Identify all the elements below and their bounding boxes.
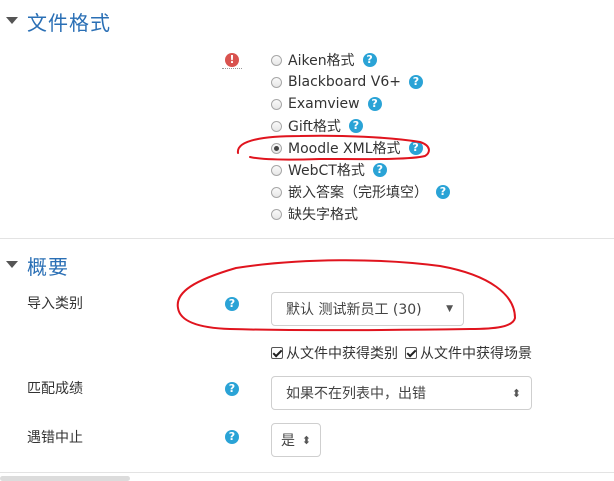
annotation-stroke-moodle <box>237 134 430 161</box>
annotation-overlay <box>176 134 517 332</box>
annotation-stroke-category <box>176 259 517 332</box>
